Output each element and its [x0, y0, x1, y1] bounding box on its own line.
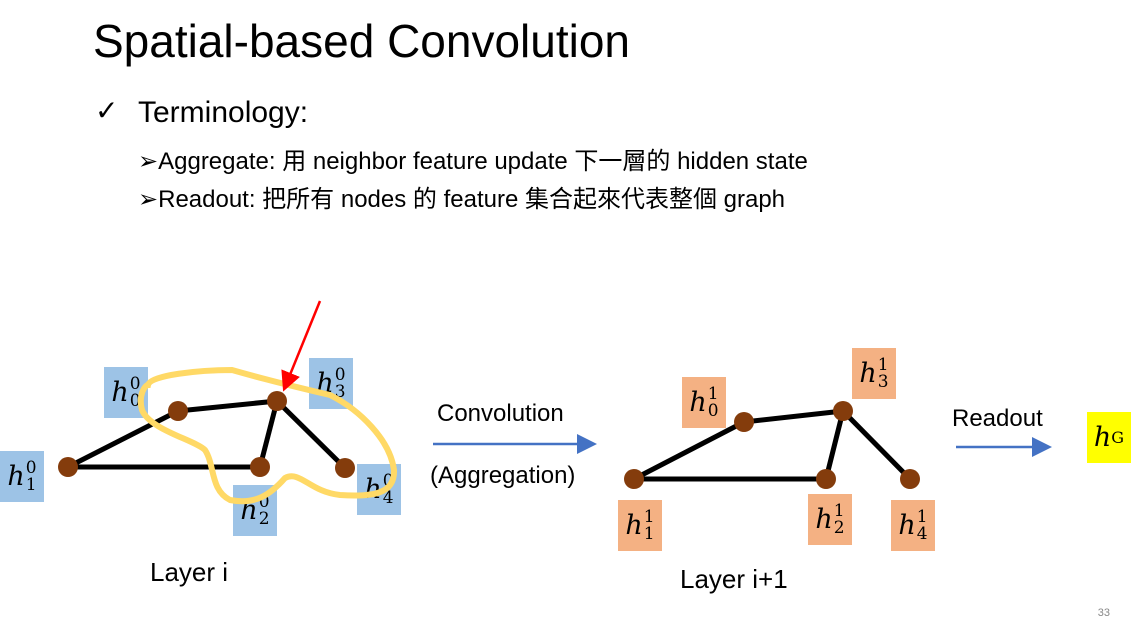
graph-diagram — [58, 300, 1052, 505]
node — [816, 469, 836, 489]
node — [335, 458, 355, 478]
node — [900, 469, 920, 489]
node — [168, 401, 188, 421]
node — [833, 401, 853, 421]
node — [267, 391, 287, 411]
node — [250, 457, 270, 477]
layer-i-caption: Layer i — [150, 557, 229, 587]
page-number: 33 — [1097, 607, 1110, 619]
node — [624, 469, 644, 489]
edges-layer-i1 — [632, 408, 912, 482]
readout-label: Readout — [952, 405, 1043, 432]
node — [734, 412, 754, 432]
red-pointer-arrow — [281, 300, 322, 392]
convolution-label: Convolution — [437, 400, 564, 427]
node — [58, 457, 78, 477]
layer-i1-caption: Layer i+1 — [680, 564, 788, 594]
aggregation-label: (Aggregation) — [430, 462, 576, 489]
